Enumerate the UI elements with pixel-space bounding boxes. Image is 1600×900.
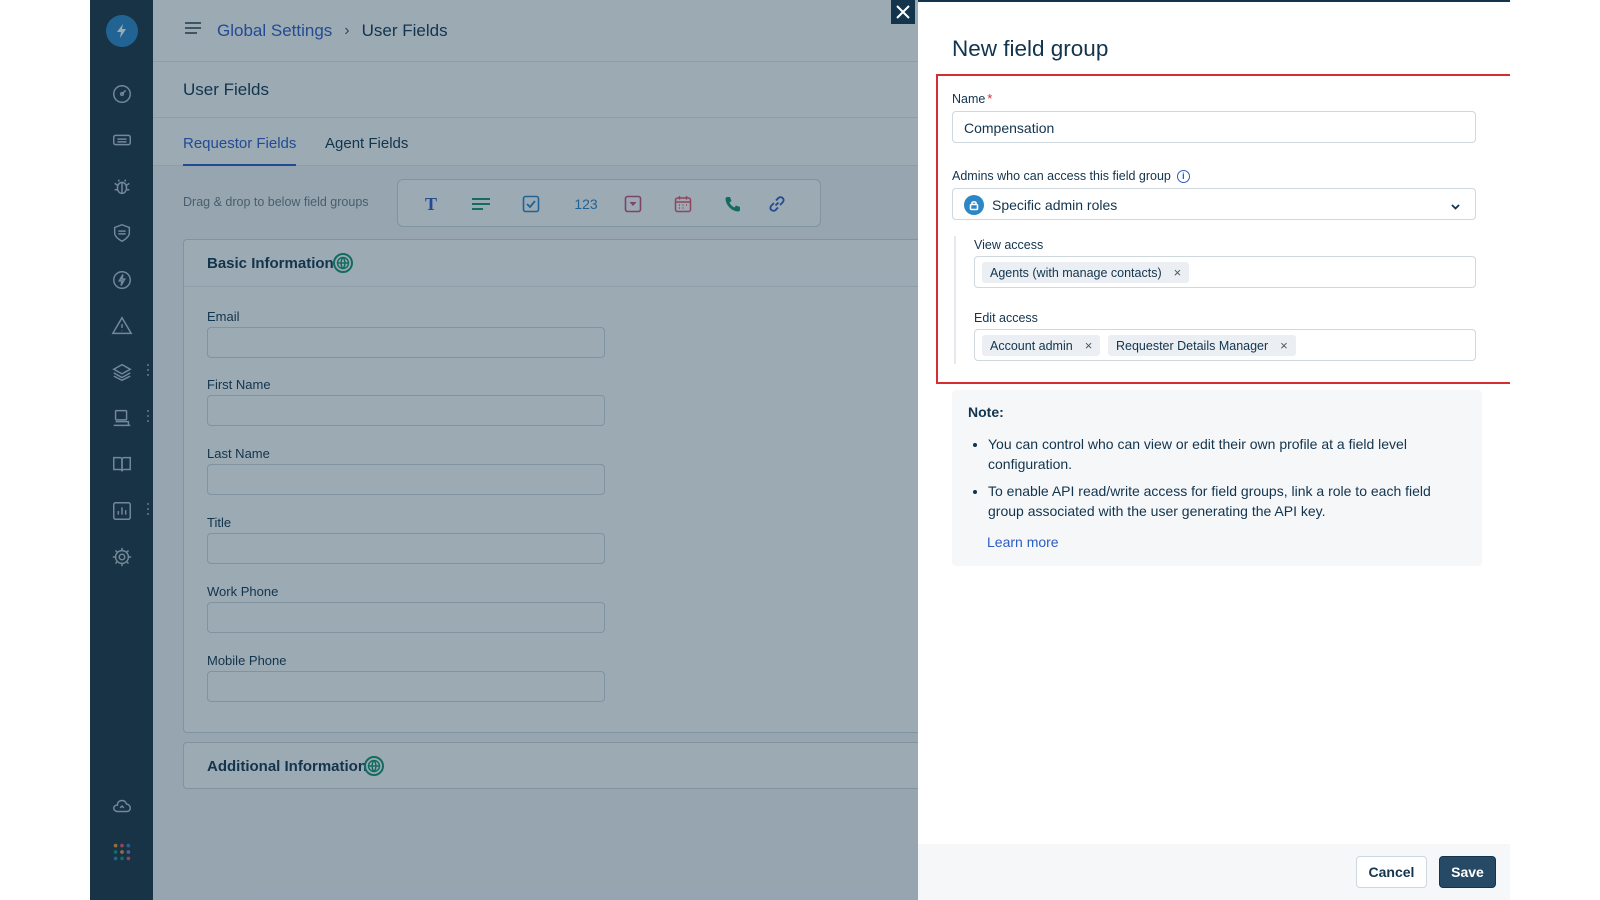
remove-chip-icon[interactable]: × (1280, 338, 1288, 353)
close-panel-button[interactable] (891, 0, 915, 24)
info-icon[interactable]: i (1176, 170, 1190, 184)
view-access-label: View access (974, 238, 1044, 252)
note-box: Note: You can control who can view or ed… (952, 390, 1482, 566)
modal-backdrop[interactable] (90, 0, 918, 900)
note-title: Note: (968, 404, 1004, 420)
panel-title: New field group (952, 36, 1109, 61)
save-button[interactable]: Save (1439, 856, 1496, 888)
name-input-value: Compensation (964, 120, 1055, 136)
name-input[interactable]: Compensation (952, 111, 1476, 143)
required-marker: * (987, 92, 993, 106)
admins-access-label: Admins who can access this field group i (952, 169, 1190, 184)
lock-icon (964, 195, 984, 215)
name-label: Name * (952, 92, 993, 106)
app-window: Global Settings › User Fields User Field… (90, 0, 1510, 900)
remove-chip-icon[interactable]: × (1174, 265, 1182, 280)
note-item: To enable API read/write access for fiel… (988, 481, 1468, 521)
chip-requester-details-manager: Requester Details Manager × (1108, 335, 1296, 356)
chevron-down-icon (1450, 199, 1461, 210)
panel-footer: Cancel Save (918, 844, 1510, 900)
admins-access-value: Specific admin roles (992, 197, 1118, 213)
note-list: You can control who can view or edit the… (988, 434, 1468, 528)
learn-more-link[interactable]: Learn more (987, 534, 1059, 550)
edit-access-label: Edit access (974, 311, 1038, 325)
edit-access-input[interactable]: Account admin × Requester Details Manager… (974, 329, 1476, 361)
chip-account-admin: Account admin × (982, 335, 1101, 356)
new-field-group-panel: New field group Name * Compensation Admin… (918, 0, 1510, 900)
cancel-button[interactable]: Cancel (1356, 856, 1427, 888)
view-access-input[interactable]: Agents (with manage contacts) × (974, 256, 1476, 288)
note-item: You can control who can view or edit the… (988, 434, 1468, 474)
chip-agents-manage-contacts: Agents (with manage contacts) × (982, 262, 1190, 283)
remove-chip-icon[interactable]: × (1085, 338, 1093, 353)
admins-access-select[interactable]: Specific admin roles (952, 188, 1476, 220)
access-group-rule (954, 236, 956, 364)
close-icon (896, 5, 910, 19)
